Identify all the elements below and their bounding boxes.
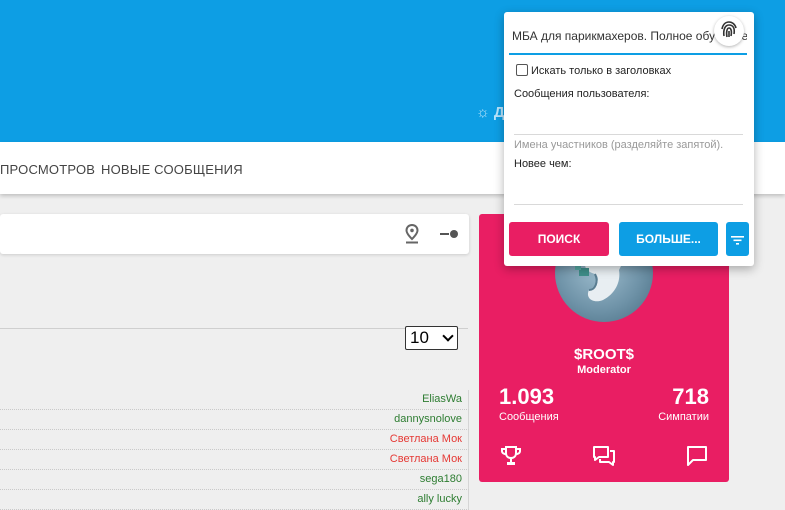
search-input[interactable] (509, 19, 747, 55)
titles-only-label[interactable]: Искать только в заголовках (531, 65, 671, 77)
members-placeholder[interactable]: Имена участников (разделяйте запятой). (514, 139, 723, 151)
list-item[interactable]: Светлана Мок (0, 430, 469, 450)
username[interactable]: sega180 (420, 473, 462, 485)
list-item[interactable]: dannysnolove (0, 410, 469, 430)
search-button[interactable]: ПОИСК (509, 222, 609, 256)
titles-only-checkbox[interactable] (516, 64, 528, 76)
nav-item-new-messages[interactable]: НОВЫЕ СООБЩЕНИЯ (101, 162, 243, 177)
page-size-value: 10 (410, 328, 429, 347)
page-size-select[interactable]: 10 (405, 326, 458, 350)
filter-icon (731, 236, 744, 245)
nav-item-views[interactable]: ПРОСМОТРОВ (0, 162, 95, 177)
search-popup: Искать только в заголовках Сообщения пол… (504, 12, 754, 266)
username[interactable]: dannysnolove (394, 413, 462, 425)
list-item[interactable]: EliasWa (0, 390, 469, 410)
filter-bar (0, 214, 469, 254)
toggle-icon[interactable] (440, 228, 460, 240)
more-button[interactable]: БОЛЬШЕ... (619, 222, 718, 256)
username[interactable]: EliasWa (422, 393, 462, 405)
comment-icon[interactable] (685, 444, 709, 468)
list-item[interactable]: sega180 (0, 470, 469, 490)
messages-count: 1.093 (499, 384, 555, 409)
user-messages-field[interactable] (514, 134, 743, 135)
user-list: EliasWa dannysnolove Светлана Мок Светла… (0, 390, 469, 510)
conversations-icon[interactable] (592, 444, 616, 468)
username[interactable]: Светлана Мок (390, 433, 462, 445)
content-divider (0, 328, 468, 329)
user-messages-label: Сообщения пользователя: (514, 88, 650, 100)
profile-username[interactable]: $ROOT$ (479, 346, 729, 363)
newer-than-label: Новее чем: (514, 158, 572, 170)
profile-role: Moderator (577, 364, 631, 376)
username[interactable]: Светлана Мок (390, 453, 462, 465)
trophy-icon[interactable] (499, 444, 523, 468)
filter-button[interactable] (726, 222, 749, 256)
newer-than-field[interactable] (514, 204, 743, 205)
likes-count: 718 (672, 384, 709, 409)
likes-label: Симпатии (658, 411, 709, 423)
chevron-down-icon (442, 330, 454, 342)
fingerprint-icon[interactable] (714, 16, 744, 46)
messages-label: Сообщения (499, 411, 559, 423)
map-pin-icon[interactable] (405, 224, 419, 244)
list-item[interactable]: Светлана Мок (0, 450, 469, 470)
username[interactable]: ally lucky (417, 493, 462, 505)
style-chooser-link[interactable]: ☼ Д (476, 104, 505, 121)
list-item[interactable]: ally lucky (0, 490, 469, 510)
